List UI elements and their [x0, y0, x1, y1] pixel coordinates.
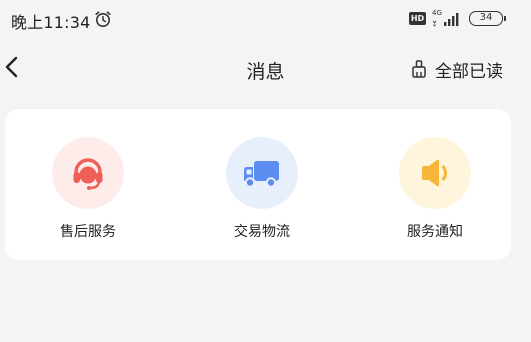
category-icon-circle — [52, 137, 124, 209]
message-category-card: 售后服务 交易物流 服务通知 — [5, 109, 511, 260]
category-after-sales-service[interactable]: 售后服务 — [28, 137, 148, 247]
signal-strength-icon — [432, 13, 459, 27]
category-label: 售后服务 — [60, 224, 116, 240]
mark-all-read-label: 全部已读 — [435, 61, 503, 82]
battery-indicator: 34 — [469, 11, 506, 26]
status-bar: 晚上11:34 HD 4G 34 — [0, 0, 531, 38]
category-icon-circle — [226, 137, 298, 209]
broom-icon — [412, 60, 426, 78]
category-service-notification[interactable]: 服务通知 — [375, 137, 495, 247]
alarm-clock-icon — [95, 11, 111, 27]
category-label: 交易物流 — [234, 224, 290, 240]
hd-badge: HD — [409, 12, 426, 25]
status-time: 晚上11:34 — [11, 13, 91, 32]
speaker-icon — [422, 159, 447, 187]
mark-all-read-button[interactable]: 全部已读 — [411, 57, 503, 82]
category-icon-circle — [399, 137, 471, 209]
category-trade-logistics[interactable]: 交易物流 — [202, 137, 322, 247]
truck-icon — [244, 161, 279, 188]
nav-bar: 消息 全部已读 — [0, 38, 531, 98]
headset-icon — [73, 158, 103, 190]
category-label: 服务通知 — [407, 224, 463, 240]
